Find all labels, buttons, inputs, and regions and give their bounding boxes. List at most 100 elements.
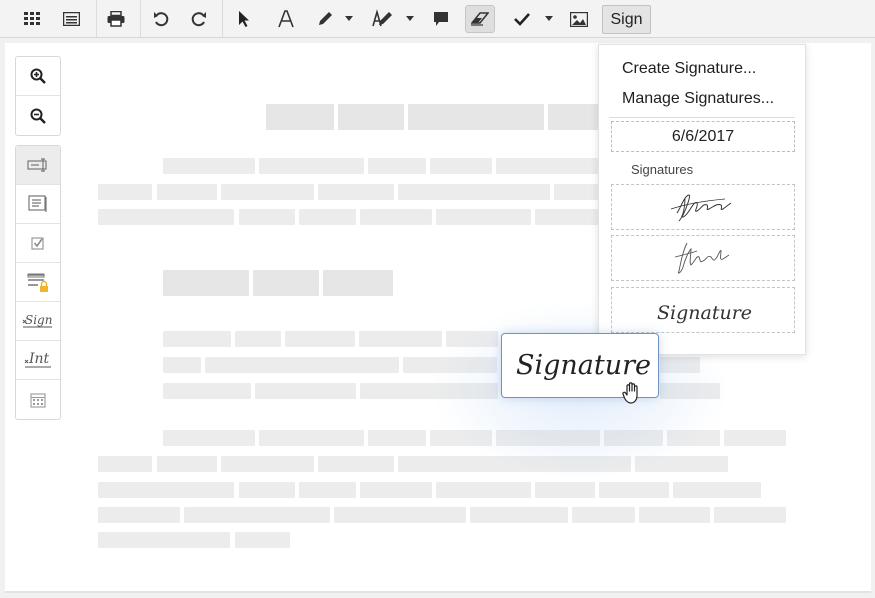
text-placeholder: [163, 383, 251, 399]
toolbar: Sign: [0, 0, 875, 38]
text-placeholder: [548, 104, 598, 130]
text-placeholder: [368, 158, 426, 174]
text-placeholder: [163, 158, 255, 174]
text-placeholder: [239, 482, 295, 498]
text-placeholder: [496, 158, 598, 174]
toolbar-divider: [96, 0, 97, 38]
sign-glyph: Sign: [25, 313, 52, 327]
text-placeholder: [535, 209, 598, 225]
select-arrow-icon[interactable]: [229, 5, 259, 33]
signature-3-image: Signature: [657, 302, 752, 324]
text-placeholder: [163, 430, 255, 446]
image-icon[interactable]: [564, 5, 594, 33]
eraser-icon[interactable]: [465, 5, 495, 33]
text-placeholder: [673, 482, 761, 498]
zoom-in-icon[interactable]: [16, 57, 60, 96]
signatures-section-label: Signatures: [631, 162, 694, 177]
zoom-controls: [15, 56, 61, 136]
highlighter-icon[interactable]: [367, 5, 397, 33]
text-placeholder: [163, 331, 231, 347]
text-placeholder: [235, 331, 281, 347]
text-placeholder: [318, 184, 394, 200]
text-placeholder: [360, 209, 432, 225]
text-field-icon[interactable]: [16, 146, 60, 185]
text-placeholder: [259, 430, 364, 446]
text-placeholder: [253, 270, 319, 296]
text-placeholder: [299, 209, 356, 225]
text-placeholder: [299, 482, 356, 498]
text-placeholder: [436, 482, 531, 498]
text-placeholder: [714, 507, 786, 523]
signature-3-text: Signature: [657, 302, 752, 324]
text-placeholder: [436, 209, 531, 225]
text-placeholder: [98, 532, 230, 548]
text-placeholder: [157, 456, 217, 472]
grid-icon[interactable]: [17, 5, 47, 33]
toolbar-divider: [140, 0, 141, 38]
panel-icon[interactable]: [56, 5, 86, 33]
highlighter-dropdown-icon[interactable]: [406, 16, 414, 21]
form-field-icon[interactable]: [16, 185, 60, 224]
date-stamp-item[interactable]: 6/6/2017: [611, 121, 795, 152]
redo-icon[interactable]: [184, 5, 214, 33]
zoom-out-icon[interactable]: [16, 96, 60, 135]
pen-icon[interactable]: [310, 5, 340, 33]
text-placeholder: [163, 270, 249, 296]
text-placeholder: [572, 507, 635, 523]
pen-dropdown-icon[interactable]: [345, 16, 353, 21]
text-placeholder: [724, 430, 786, 446]
text-placeholder: [98, 507, 180, 523]
sign-menu: Create Signature... Manage Signatures...…: [598, 44, 806, 355]
text-placeholder: [323, 270, 393, 296]
initials-glyph: Int: [28, 351, 50, 367]
create-signature-item[interactable]: Create Signature...: [622, 60, 756, 78]
date-field-icon[interactable]: [16, 380, 60, 419]
text-placeholder: [599, 482, 669, 498]
text-placeholder: [259, 158, 364, 174]
manage-signatures-item[interactable]: Manage Signatures...: [622, 90, 774, 108]
text-placeholder: [639, 507, 710, 523]
locked-field-icon[interactable]: [16, 263, 60, 302]
comment-icon[interactable]: [426, 5, 456, 33]
text-placeholder: [266, 104, 334, 130]
dragged-signature[interactable]: Signature: [501, 333, 659, 404]
text-placeholder: [98, 184, 152, 200]
saved-signature-2[interactable]: [611, 235, 795, 281]
toolbar-divider: [222, 0, 223, 38]
text-icon[interactable]: [271, 5, 301, 33]
dragged-signature-text: Signature: [516, 350, 651, 381]
text-placeholder: [221, 456, 314, 472]
text-placeholder: [205, 357, 399, 373]
menu-divider: [609, 117, 795, 118]
text-placeholder: [470, 507, 568, 523]
text-placeholder: [98, 209, 234, 225]
text-placeholder: [318, 456, 394, 472]
signature-field-icon[interactable]: Sign: [16, 302, 60, 341]
text-placeholder: [157, 184, 217, 200]
text-placeholder: [98, 482, 234, 498]
undo-icon[interactable]: [146, 5, 176, 33]
saved-signature-3[interactable]: Signature: [611, 287, 795, 333]
checkbox-icon[interactable]: [16, 224, 60, 263]
text-placeholder: [163, 357, 201, 373]
check-dropdown-icon[interactable]: [545, 16, 553, 21]
text-placeholder: [368, 430, 426, 446]
print-icon[interactable]: [101, 5, 131, 33]
text-placeholder: [554, 184, 598, 200]
checkmark-icon[interactable]: [507, 5, 537, 33]
text-placeholder: [221, 184, 314, 200]
sign-button[interactable]: Sign: [602, 5, 651, 34]
grab-hand-icon: [622, 382, 638, 404]
text-placeholder: [98, 456, 152, 472]
signature-2-image: [674, 242, 730, 274]
text-placeholder: [408, 104, 544, 130]
initials-field-icon[interactable]: Int: [16, 341, 60, 380]
saved-signature-1[interactable]: [611, 184, 795, 230]
text-placeholder: [360, 482, 432, 498]
text-placeholder: [239, 209, 295, 225]
text-placeholder: [285, 331, 355, 347]
text-placeholder: [338, 104, 404, 130]
text-placeholder: [535, 482, 595, 498]
signature-1-image: [670, 194, 732, 222]
text-placeholder: [430, 158, 492, 174]
